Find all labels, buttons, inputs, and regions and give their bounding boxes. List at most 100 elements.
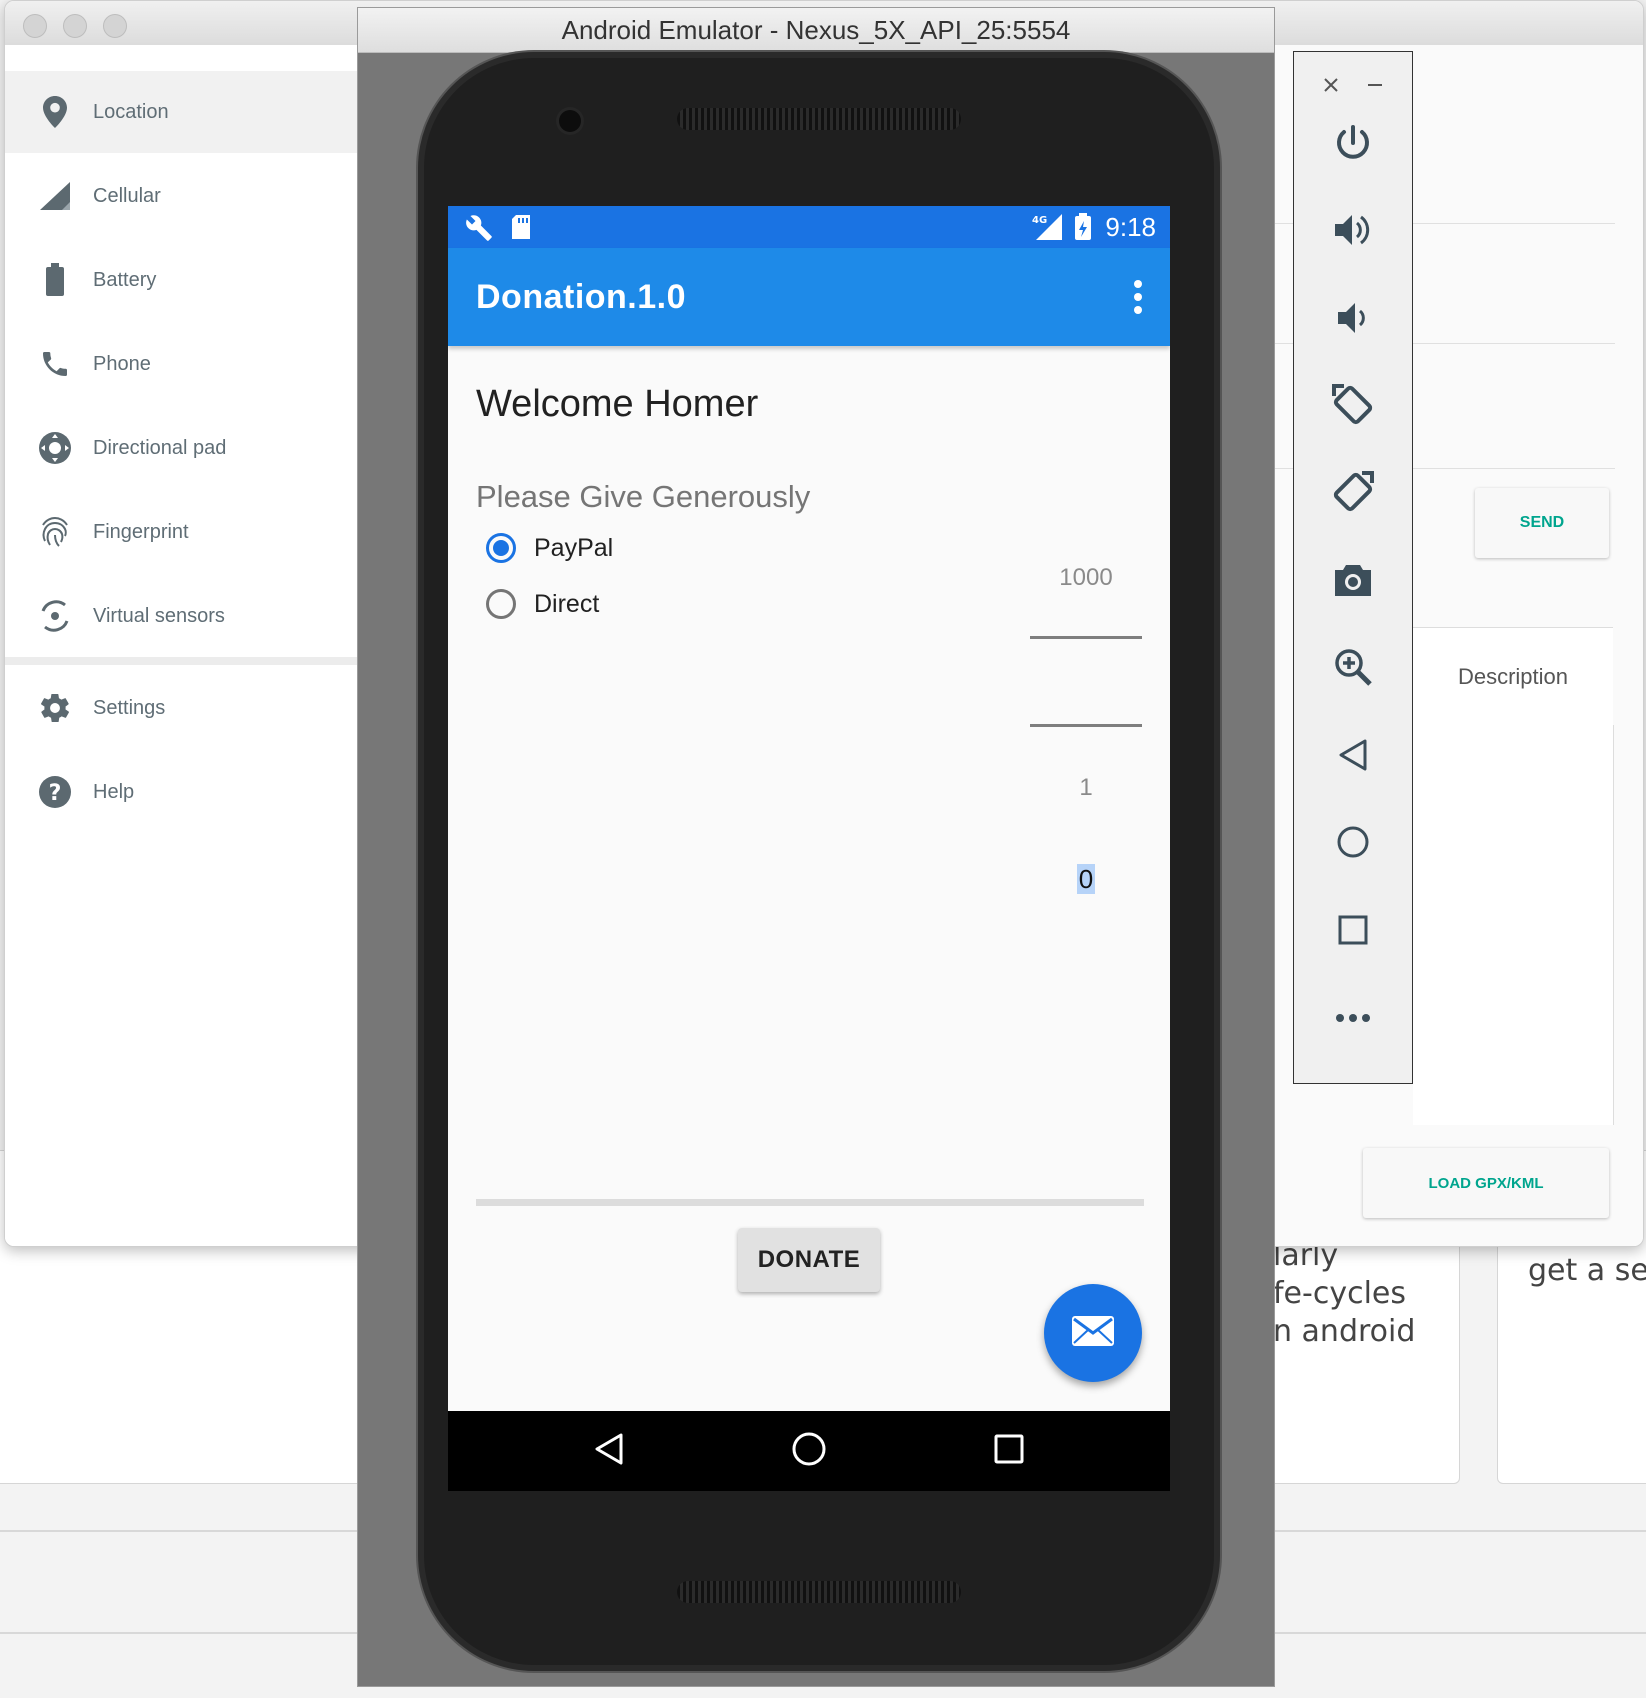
emulator-window: Android Emulator - Nexus_5X_API_25:5554 … xyxy=(357,7,1275,1687)
toolbar-overview-button[interactable] xyxy=(1294,897,1412,967)
volume-down-icon xyxy=(1335,298,1371,343)
home-circle-icon xyxy=(791,1431,827,1472)
sidebar-item-label: Settings xyxy=(93,696,166,719)
fingerprint-icon xyxy=(37,514,73,550)
zoom-in-icon xyxy=(1333,647,1373,692)
send-button[interactable]: SEND xyxy=(1475,488,1609,558)
radio-checked-icon[interactable] xyxy=(486,533,516,563)
sidebar-item-label: Fingerprint xyxy=(93,520,189,543)
nav-overview-button[interactable] xyxy=(969,1411,1049,1491)
description-column-header[interactable]: Description xyxy=(1413,627,1613,727)
toolbar-home-button[interactable] xyxy=(1294,809,1412,879)
welcome-heading: Welcome Homer xyxy=(476,383,759,425)
nav-back-button[interactable] xyxy=(569,1411,649,1491)
radio-label: PayPal xyxy=(534,533,614,562)
volume-up-button[interactable] xyxy=(1294,197,1412,267)
picker-value-above[interactable]: 1000 xyxy=(1030,564,1142,592)
donation-progress-bar xyxy=(476,1199,1144,1206)
rotate-right-icon xyxy=(1330,469,1376,520)
load-gpx-kml-button[interactable]: LOAD GPX/KML xyxy=(1363,1148,1609,1218)
cellular-4g-icon: 4G xyxy=(1032,212,1064,247)
picker-divider xyxy=(1030,636,1142,639)
background-text: n android xyxy=(1273,1314,1416,1349)
sidebar-item-label: Cellular xyxy=(93,184,161,207)
android-navigation-bar xyxy=(448,1411,1170,1491)
radio-unchecked-icon[interactable] xyxy=(486,589,516,619)
rotate-right-button[interactable] xyxy=(1294,459,1412,529)
toolbar-close-button[interactable] xyxy=(1316,72,1346,102)
overflow-menu-icon[interactable] xyxy=(1132,278,1144,316)
sidebar-item-label: Directional pad xyxy=(93,436,227,459)
volume-up-icon xyxy=(1332,210,1374,255)
extended-controls-sidebar: Location Cellular Battery Phone Directio… xyxy=(5,45,360,1246)
toolbar-minimize-button[interactable] xyxy=(1360,72,1390,102)
wrench-icon xyxy=(464,214,494,247)
status-bar: 4G 9:18 xyxy=(448,206,1170,248)
home-circle-icon xyxy=(1336,825,1370,864)
picker-value-below[interactable]: 1 xyxy=(1030,774,1142,802)
sidebar-item-label: Virtual sensors xyxy=(93,604,225,627)
rotate-left-button[interactable] xyxy=(1294,372,1412,442)
sidebar-item-fingerprint[interactable]: Fingerprint xyxy=(5,491,360,573)
rotate-left-icon xyxy=(1330,382,1376,433)
sidebar-item-label: Battery xyxy=(93,268,157,291)
toolbar-back-button[interactable] xyxy=(1294,722,1412,792)
picker-divider xyxy=(1030,724,1142,727)
zoom-button[interactable] xyxy=(1294,634,1412,704)
more-options-button[interactable] xyxy=(1294,984,1412,1054)
emulator-titlebar: Android Emulator - Nexus_5X_API_25:5554 xyxy=(358,8,1274,53)
screenshot-button[interactable] xyxy=(1294,547,1412,617)
more-dots-icon xyxy=(1335,1010,1371,1028)
top-speaker-grille xyxy=(677,108,961,130)
battery-charging-icon xyxy=(1074,213,1092,246)
volume-down-button[interactable] xyxy=(1294,285,1412,355)
svg-text:?: ? xyxy=(49,781,62,806)
sidebar-item-label: Phone xyxy=(93,352,151,375)
network-type-label: 4G xyxy=(1032,215,1047,226)
power-icon xyxy=(1333,123,1373,168)
close-icon xyxy=(1322,76,1340,99)
back-triangle-icon xyxy=(1337,738,1369,777)
donate-button[interactable]: DONATE xyxy=(738,1228,880,1292)
sidebar-item-virtual-sensors[interactable]: Virtual sensors xyxy=(5,575,360,657)
battery-icon xyxy=(37,262,73,298)
sidebar-item-label: Help xyxy=(93,780,135,803)
bottom-speaker-grille xyxy=(677,1581,961,1603)
signal-icon xyxy=(37,178,73,214)
sidebar-item-label: Location xyxy=(93,100,169,123)
location-pin-icon xyxy=(37,94,73,130)
nav-home-button[interactable] xyxy=(769,1411,849,1491)
status-time: 9:18 xyxy=(1105,212,1156,242)
front-camera xyxy=(559,110,581,132)
sd-card-icon xyxy=(510,214,532,245)
sidebar-item-directional-pad[interactable]: Directional pad xyxy=(5,407,360,489)
window-title: Android Emulator - Nexus_5X_API_25:5554 xyxy=(561,14,1071,45)
camera-icon xyxy=(1332,562,1374,603)
amount-picker-input[interactable]: 0 xyxy=(1030,864,1142,895)
sidebar-item-battery[interactable]: Battery xyxy=(5,239,360,321)
sidebar-item-location[interactable]: Location xyxy=(5,71,360,153)
email-fab-button[interactable] xyxy=(1044,1284,1142,1382)
donation-prompt: Please Give Generously xyxy=(476,479,811,514)
paypal-radio-option[interactable]: PayPal xyxy=(486,533,613,563)
power-button[interactable] xyxy=(1294,110,1412,180)
minimize-window-button[interactable] xyxy=(63,14,87,38)
overview-square-icon xyxy=(1337,914,1369,951)
sidebar-item-cellular[interactable]: Cellular xyxy=(5,155,360,237)
radio-label: Direct xyxy=(534,589,600,618)
zoom-window-button[interactable] xyxy=(103,14,127,38)
sidebar-item-settings[interactable]: Settings xyxy=(5,667,360,749)
app-toolbar: Donation.1.0 xyxy=(448,248,1170,346)
sidebar-item-phone[interactable]: Phone xyxy=(5,323,360,405)
sidebar-item-help[interactable]: ? Help xyxy=(5,751,360,833)
mail-icon xyxy=(1071,1315,1115,1352)
location-table-body xyxy=(1413,725,1614,1125)
app-title: Donation.1.0 xyxy=(476,278,687,316)
background-text: get a sen xyxy=(1528,1253,1646,1288)
close-window-button[interactable] xyxy=(23,14,47,38)
direct-radio-option[interactable]: Direct xyxy=(486,589,599,619)
background-text: fe-cycles xyxy=(1273,1276,1407,1311)
minimize-icon xyxy=(1366,76,1384,99)
picker-current-value[interactable]: 0 xyxy=(1076,864,1096,894)
overview-square-icon xyxy=(994,1434,1024,1469)
